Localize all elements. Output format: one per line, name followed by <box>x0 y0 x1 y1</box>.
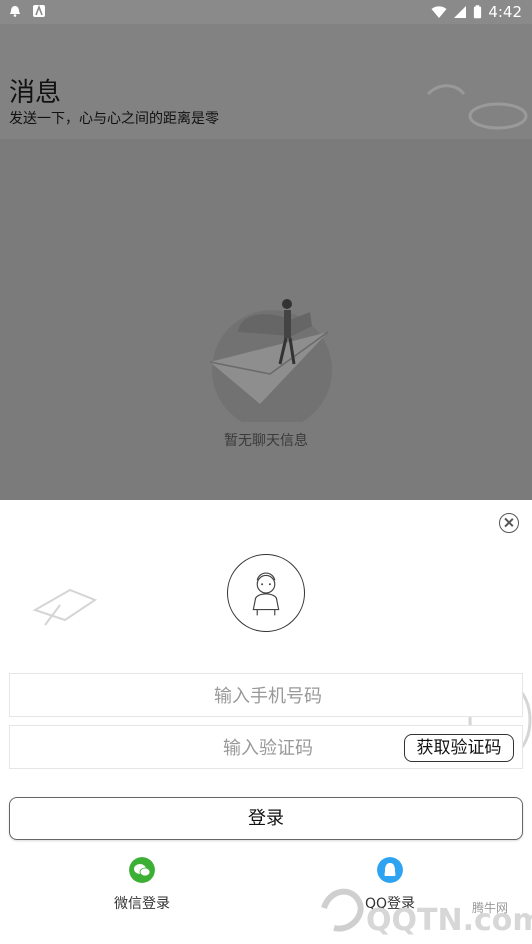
status-bar: 4:42 <box>0 0 532 24</box>
wechat-icon <box>129 857 155 883</box>
phone-field[interactable] <box>9 673 526 718</box>
get-code-button[interactable]: 获取验证码 <box>404 734 514 762</box>
app-notification-icon <box>33 4 45 17</box>
watermark-small-text: 腾牛网 <box>472 900 508 915</box>
status-time: 4:42 <box>488 3 522 21</box>
empty-state-text: 暂无聊天信息 <box>224 433 308 449</box>
wifi-icon <box>431 6 447 18</box>
decorative-glasses-icon <box>426 84 528 130</box>
qqtn-watermark-logo: QQTN.com 腾牛网 <box>321 888 532 938</box>
signal-icon <box>454 6 467 18</box>
close-icon[interactable] <box>499 513 519 533</box>
alarm-icon <box>10 6 20 17</box>
wechat-login-label: 微信登录 <box>114 896 170 912</box>
paper-plane-illustration <box>209 299 332 422</box>
phone-input[interactable] <box>10 674 526 718</box>
avatar <box>227 554 305 632</box>
login-button[interactable]: 登录 <box>9 797 523 840</box>
decorative-clip-icon <box>32 588 98 626</box>
page-subtitle: 发送一下，心与心之间的距离是零 <box>9 111 219 127</box>
battery-icon <box>474 5 482 19</box>
wechat-login-button[interactable]: 微信登录 <box>102 857 182 913</box>
messages-page: 消息 发送一下，心与心之间的距离是零 暂无聊天信息 <box>0 24 532 500</box>
page-title: 消息 <box>9 78 62 108</box>
